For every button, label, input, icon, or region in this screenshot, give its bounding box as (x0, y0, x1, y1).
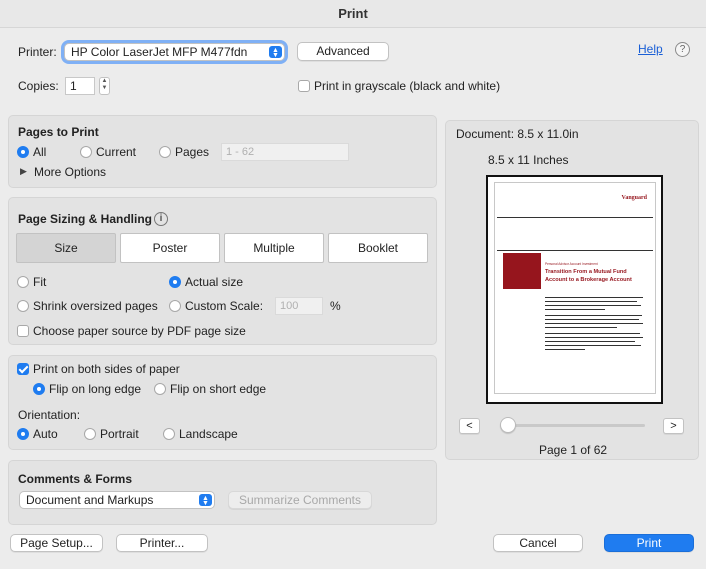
help-link[interactable]: Help (638, 42, 663, 56)
chevron-updown-icon: ▲ ▼ (269, 46, 282, 59)
thumbnail-heading-line1: Transition From a Mutual Fund (545, 269, 627, 275)
info-icon[interactable]: i (154, 212, 168, 226)
tab-multiple[interactable]: Multiple (224, 233, 324, 263)
printer-select-value: HP Color LaserJet MFP M477fdn (71, 45, 248, 59)
window-title: Print (0, 0, 706, 28)
more-options-toggle[interactable]: More Options (34, 165, 106, 179)
thumbnail-kicker: Personal Advisor Account Investment (545, 262, 598, 266)
orientation-landscape-label: Landscape (179, 427, 238, 441)
pages-to-print-title: Pages to Print (18, 125, 99, 139)
printer-select[interactable]: HP Color LaserJet MFP M477fdn ▲ ▼ (64, 43, 285, 61)
orientation-portrait-radio[interactable] (84, 428, 96, 440)
comments-forms-title: Comments & Forms (18, 472, 133, 486)
copies-stepper[interactable]: ▲ ▼ (99, 77, 110, 95)
both-sides-label: Print on both sides of paper (33, 362, 180, 376)
fit-label: Fit (33, 275, 47, 289)
page-preview-thumbnail: Vanguard Personal Advisor Account Invest… (494, 182, 656, 394)
page-slider-track[interactable] (500, 424, 645, 427)
orientation-portrait-label: Portrait (100, 427, 139, 441)
question-circle-icon[interactable]: ? (675, 42, 690, 57)
thumbnail-red-block (503, 253, 541, 289)
summarize-comments-button[interactable]: Summarize Comments (228, 491, 372, 509)
orientation-auto-radio[interactable] (17, 428, 29, 440)
copies-input[interactable]: 1 (65, 77, 95, 95)
tab-size[interactable]: Size (16, 233, 116, 263)
shrink-oversized-label: Shrink oversized pages (33, 299, 158, 313)
pages-all-radio[interactable] (17, 146, 29, 158)
pages-all-label: All (33, 145, 47, 159)
pages-current-radio[interactable] (80, 146, 92, 158)
thumbnail-header-band (497, 217, 653, 251)
page-indicator: Page 1 of 62 (539, 443, 608, 457)
long-edge-radio[interactable] (33, 383, 45, 395)
disclosure-triangle-icon[interactable]: ▶ (20, 166, 27, 177)
fit-radio[interactable] (17, 276, 29, 288)
pages-current-label: Current (96, 145, 137, 159)
thumbnail-heading-line2: Account to a Brokerage Account (545, 277, 632, 283)
page-sizing-title: Page Sizing & Handling (18, 212, 153, 226)
short-edge-radio[interactable] (154, 383, 166, 395)
grayscale-checkbox[interactable] (298, 80, 310, 92)
print-button[interactable]: Print (604, 534, 694, 552)
cancel-button[interactable]: Cancel (493, 534, 583, 552)
printer-label: Printer: (18, 45, 57, 59)
custom-scale-input[interactable]: 100 (275, 297, 323, 315)
orientation-landscape-radio[interactable] (163, 428, 175, 440)
printer-button[interactable]: Printer... (116, 534, 208, 552)
both-sides-checkbox[interactable] (17, 363, 29, 375)
short-edge-label: Flip on short edge (170, 382, 267, 396)
tab-booklet[interactable]: Booklet (328, 233, 428, 263)
percent-label: % (330, 299, 341, 313)
pages-range-label: Pages (175, 145, 210, 159)
comments-select[interactable]: Document and Markups ▲ ▼ (19, 491, 215, 509)
orientation-label: Orientation: (18, 408, 81, 422)
paper-source-label: Choose paper source by PDF page size (33, 324, 246, 338)
grayscale-label: Print in grayscale (black and white) (314, 79, 501, 93)
long-edge-label: Flip on long edge (49, 382, 142, 396)
actual-size-label: Actual size (185, 275, 244, 289)
chevron-updown-icon: ▲ ▼ (199, 494, 212, 507)
page-setup-button[interactable]: Page Setup... (10, 534, 103, 552)
paper-source-checkbox[interactable] (17, 325, 29, 337)
thumbnail-logo: Vanguard (621, 195, 647, 201)
custom-scale-label: Custom Scale: (185, 299, 264, 313)
advanced-button[interactable]: Advanced (297, 42, 389, 61)
copies-label: Copies: (18, 79, 59, 93)
custom-scale-radio[interactable] (169, 300, 181, 312)
pages-range-input[interactable]: 1 - 62 (221, 143, 349, 161)
paper-size-label: 8.5 x 11 Inches (488, 153, 569, 167)
document-size-label: Document: 8.5 x 11.0in (456, 127, 579, 141)
print-dialog: Print Printer: HP Color LaserJet MFP M47… (0, 0, 706, 569)
comments-select-value: Document and Markups (26, 493, 154, 507)
previous-page-button[interactable]: < (459, 418, 480, 434)
next-page-button[interactable]: > (663, 418, 684, 434)
tab-poster[interactable]: Poster (120, 233, 220, 263)
pages-range-radio[interactable] (159, 146, 171, 158)
page-slider-knob[interactable] (500, 417, 516, 433)
actual-size-radio[interactable] (169, 276, 181, 288)
orientation-auto-label: Auto (33, 427, 58, 441)
shrink-oversized-radio[interactable] (17, 300, 29, 312)
thumbnail-body-text (545, 297, 645, 353)
